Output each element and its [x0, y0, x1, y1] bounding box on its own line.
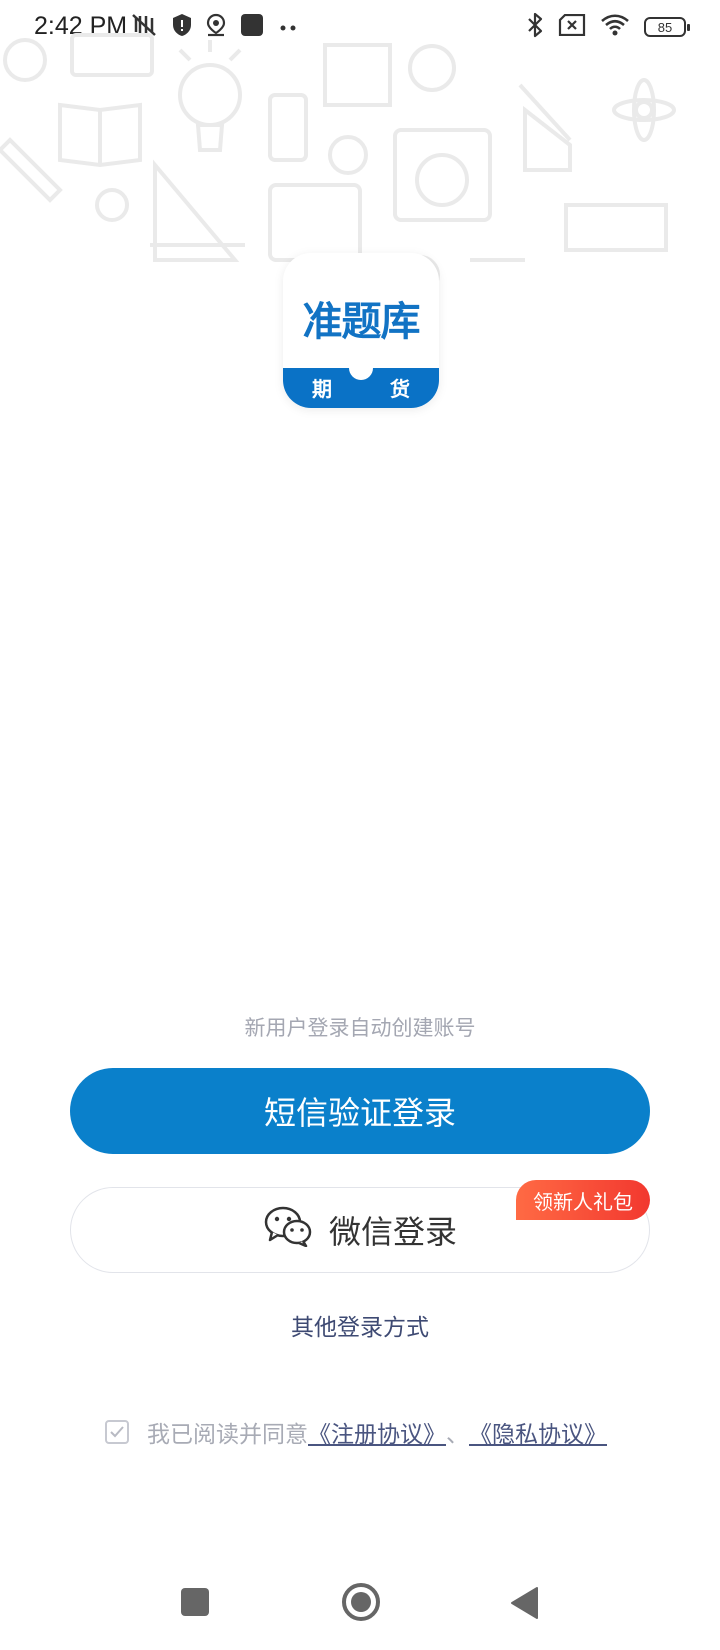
agreement-prefix: 我已阅读并同意: [147, 1422, 308, 1448]
register-agreement-link[interactable]: 《注册协议》: [308, 1415, 446, 1449]
logo-tag-left: 期: [312, 377, 332, 401]
sms-login-button[interactable]: 短信验证登录: [70, 1068, 650, 1154]
back-icon[interactable]: [509, 1586, 539, 1620]
check-icon: [110, 1426, 124, 1438]
newcomer-gift-badge: 领新人礼包: [516, 1180, 650, 1220]
other-login-methods-link[interactable]: 其他登录方式: [0, 1308, 720, 1342]
agreement-row: 我已阅读并同意 《注册协议》 、 《隐私协议》: [105, 1415, 607, 1449]
logo-name: 准题库: [302, 299, 421, 345]
app-logo: 准题库 期 货: [283, 253, 439, 408]
wechat-icon: [263, 1205, 313, 1255]
system-nav-bar: [0, 1560, 720, 1650]
recents-icon[interactable]: [181, 1588, 209, 1616]
home-icon[interactable]: [341, 1582, 381, 1622]
wechat-login-label: 微信登录: [328, 1213, 457, 1251]
logo-tag-right: 货: [390, 377, 410, 401]
new-user-hint: 新用户登录自动创建账号: [244, 1016, 476, 1040]
agreement-separator: 、: [446, 1422, 469, 1448]
logo-band: 期 货: [283, 366, 439, 408]
privacy-agreement-link[interactable]: 《隐私协议》: [469, 1415, 607, 1449]
agreement-checkbox[interactable]: [105, 1420, 129, 1444]
